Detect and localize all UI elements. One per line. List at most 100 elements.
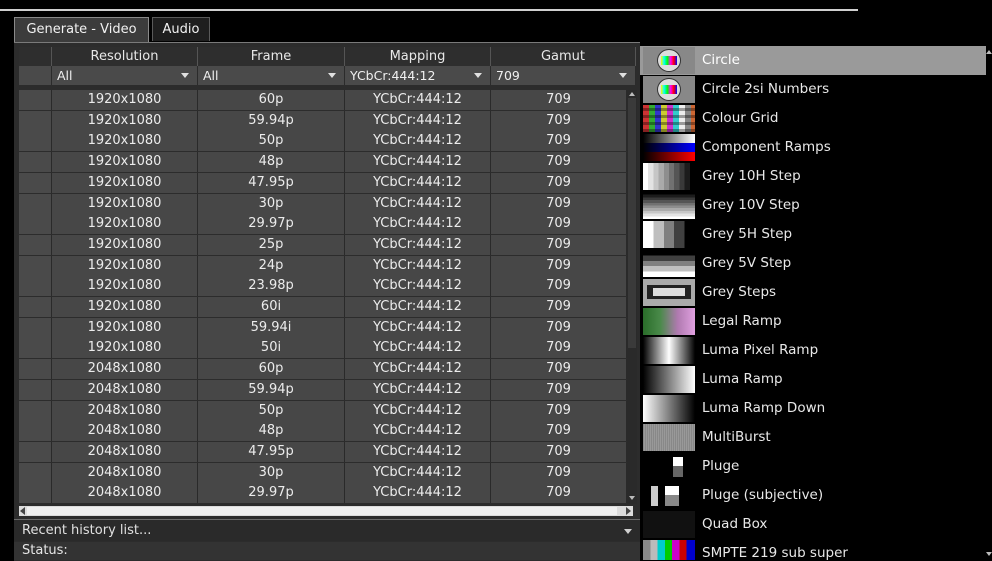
scroll-up-arrow-icon[interactable] bbox=[629, 92, 635, 96]
scroll-left-arrow-icon[interactable] bbox=[20, 507, 25, 515]
table-row[interactable]: 1920x1080 48p YCbCr:444:12 709 bbox=[19, 152, 627, 173]
column-header-gamut[interactable]: Gamut bbox=[491, 47, 636, 66]
pattern-list-scrollbar[interactable] bbox=[986, 46, 992, 560]
row-header-cell bbox=[19, 317, 52, 338]
recent-history-dropdown[interactable]: Recent history list... bbox=[14, 519, 640, 541]
pattern-item[interactable]: Luma Ramp Down bbox=[640, 394, 986, 423]
pattern-item[interactable]: Quad Box bbox=[640, 510, 986, 539]
pattern-item[interactable]: Circle bbox=[640, 46, 986, 75]
table-row[interactable]: 2048x1080 60p YCbCr:444:12 709 bbox=[19, 359, 627, 380]
resolution-filter-dropdown[interactable]: All bbox=[52, 66, 198, 85]
scroll-down-arrow-icon[interactable] bbox=[629, 496, 635, 500]
pattern-label: Circle bbox=[702, 52, 740, 68]
column-header-mapping[interactable]: Mapping bbox=[345, 47, 491, 66]
tab-generate-video[interactable]: Generate - Video bbox=[14, 17, 149, 43]
pattern-label: Component Ramps bbox=[702, 139, 831, 155]
frame-cell: 29.97p bbox=[198, 483, 345, 504]
table-row[interactable]: 1920x1080 59.94i YCbCr:444:12 709 bbox=[19, 317, 627, 338]
pattern-label: Grey 10H Step bbox=[702, 168, 801, 184]
pattern-item[interactable]: SMPTE 219 sub super bbox=[640, 539, 986, 560]
table-row[interactable]: 1920x1080 50p YCbCr:444:12 709 bbox=[19, 131, 627, 152]
gamut-cell: 709 bbox=[491, 193, 627, 214]
table-horizontal-scrollbar[interactable] bbox=[19, 506, 633, 516]
pattern-item[interactable]: Circle 2si Numbers bbox=[640, 75, 986, 104]
table-row[interactable]: 1920x1080 59.94p YCbCr:444:12 709 bbox=[19, 110, 627, 131]
table-row[interactable]: 1920x1080 30p YCbCr:444:12 709 bbox=[19, 193, 627, 214]
table-vertical-scrollbar[interactable] bbox=[627, 90, 637, 504]
pattern-item[interactable]: Grey Steps bbox=[640, 278, 986, 307]
mapping-cell: YCbCr:444:12 bbox=[345, 90, 491, 110]
pattern-item[interactable]: Legal Ramp bbox=[640, 307, 986, 336]
grey-10v-step-thumb bbox=[643, 192, 695, 219]
pattern-item[interactable]: Colour Grid bbox=[640, 104, 986, 133]
resolution-filter-value: All bbox=[57, 68, 73, 83]
gamut-cell: 709 bbox=[491, 297, 627, 317]
table-row[interactable]: 1920x1080 60i YCbCr:444:12 709 bbox=[19, 297, 627, 317]
pattern-item[interactable]: Luma Ramp bbox=[640, 365, 986, 394]
table-row[interactable]: 1920x1080 24p YCbCr:444:12 709 bbox=[19, 255, 627, 276]
resolution-cell: 1920x1080 bbox=[52, 193, 198, 214]
row-header-cell bbox=[19, 90, 52, 110]
pattern-label: Grey 5V Step bbox=[702, 255, 792, 271]
gamut-cell: 709 bbox=[491, 483, 627, 504]
column-header-frame[interactable]: Frame bbox=[198, 47, 345, 66]
pattern-label: Pluge bbox=[702, 458, 740, 474]
test-pattern-list: Circle Circle 2si Numbers Colour Grid Compo… bbox=[640, 46, 986, 560]
mapping-cell: YCbCr:444:12 bbox=[345, 172, 491, 193]
mapping-cell: YCbCr:444:12 bbox=[345, 421, 491, 442]
pattern-label: Grey 10V Step bbox=[702, 197, 800, 213]
row-header-cell bbox=[19, 483, 52, 504]
luma-pixel-ramp-thumb bbox=[643, 337, 695, 364]
frame-filter-dropdown[interactable]: All bbox=[198, 66, 345, 85]
grey-steps-thumb bbox=[643, 279, 695, 306]
pattern-item[interactable]: Grey 10V Step bbox=[640, 191, 986, 220]
pattern-item[interactable]: Grey 5V Step bbox=[640, 249, 986, 278]
table-row[interactable]: 1920x1080 23.98p YCbCr:444:12 709 bbox=[19, 276, 627, 297]
frame-cell: 60p bbox=[198, 359, 345, 380]
gamut-cell: 709 bbox=[491, 90, 627, 110]
table-row[interactable]: 1920x1080 47.95p YCbCr:444:12 709 bbox=[19, 172, 627, 193]
mapping-filter-dropdown[interactable]: YCbCr:444:12 bbox=[345, 66, 491, 85]
pattern-item[interactable]: MultiBurst bbox=[640, 423, 986, 452]
scroll-up-arrow-icon[interactable] bbox=[986, 50, 992, 54]
table-row[interactable]: 1920x1080 25p YCbCr:444:12 709 bbox=[19, 234, 627, 255]
resolution-cell: 2048x1080 bbox=[52, 441, 198, 462]
table-row[interactable]: 1920x1080 50i YCbCr:444:12 709 bbox=[19, 338, 627, 359]
resolution-cell: 1920x1080 bbox=[52, 172, 198, 193]
row-header-cell bbox=[19, 193, 52, 214]
pattern-item[interactable]: Luma Pixel Ramp bbox=[640, 336, 986, 365]
pattern-item[interactable]: Grey 10H Step bbox=[640, 162, 986, 191]
table-row[interactable]: 2048x1080 47.95p YCbCr:444:12 709 bbox=[19, 441, 627, 462]
pattern-item[interactable]: Component Ramps bbox=[640, 133, 986, 162]
gamut-cell: 709 bbox=[491, 441, 627, 462]
pluge-subjective-thumb bbox=[643, 482, 695, 509]
gamut-cell: 709 bbox=[491, 317, 627, 338]
frame-cell: 30p bbox=[198, 462, 345, 483]
scrollbar-thumb[interactable] bbox=[628, 98, 636, 348]
table-row[interactable]: 1920x1080 29.97p YCbCr:444:12 709 bbox=[19, 214, 627, 235]
grey-10h-step-thumb bbox=[643, 163, 695, 190]
row-header-cell bbox=[19, 172, 52, 193]
pattern-label: Grey 5H Step bbox=[702, 226, 793, 242]
pattern-item[interactable]: Pluge bbox=[640, 452, 986, 481]
table-row[interactable]: 2048x1080 59.94p YCbCr:444:12 709 bbox=[19, 379, 627, 400]
chevron-down-icon bbox=[624, 529, 632, 534]
table-row[interactable]: 2048x1080 30p YCbCr:444:12 709 bbox=[19, 462, 627, 483]
grey-5h-step-thumb bbox=[643, 221, 695, 248]
pattern-item[interactable]: Pluge (subjective) bbox=[640, 481, 986, 510]
table-row[interactable]: 2048x1080 48p YCbCr:444:12 709 bbox=[19, 421, 627, 442]
table-row[interactable]: 2048x1080 29.97p YCbCr:444:12 709 bbox=[19, 483, 627, 504]
scroll-right-arrow-icon[interactable] bbox=[626, 507, 631, 515]
pattern-item[interactable]: Grey 5H Step bbox=[640, 220, 986, 249]
frame-cell: 29.97p bbox=[198, 214, 345, 235]
column-header-resolution[interactable]: Resolution bbox=[52, 47, 198, 66]
frame-cell: 48p bbox=[198, 152, 345, 173]
scroll-down-arrow-icon[interactable] bbox=[986, 552, 992, 556]
frame-cell: 60i bbox=[198, 297, 345, 317]
table-row[interactable]: 1920x1080 60p YCbCr:444:12 709 bbox=[19, 90, 627, 110]
table-row[interactable]: 2048x1080 50p YCbCr:444:12 709 bbox=[19, 400, 627, 421]
tab-audio[interactable]: Audio bbox=[152, 17, 210, 41]
gamut-filter-dropdown[interactable]: 709 bbox=[491, 66, 636, 85]
scrollbar-thumb[interactable] bbox=[27, 507, 617, 515]
resolution-cell: 2048x1080 bbox=[52, 421, 198, 442]
